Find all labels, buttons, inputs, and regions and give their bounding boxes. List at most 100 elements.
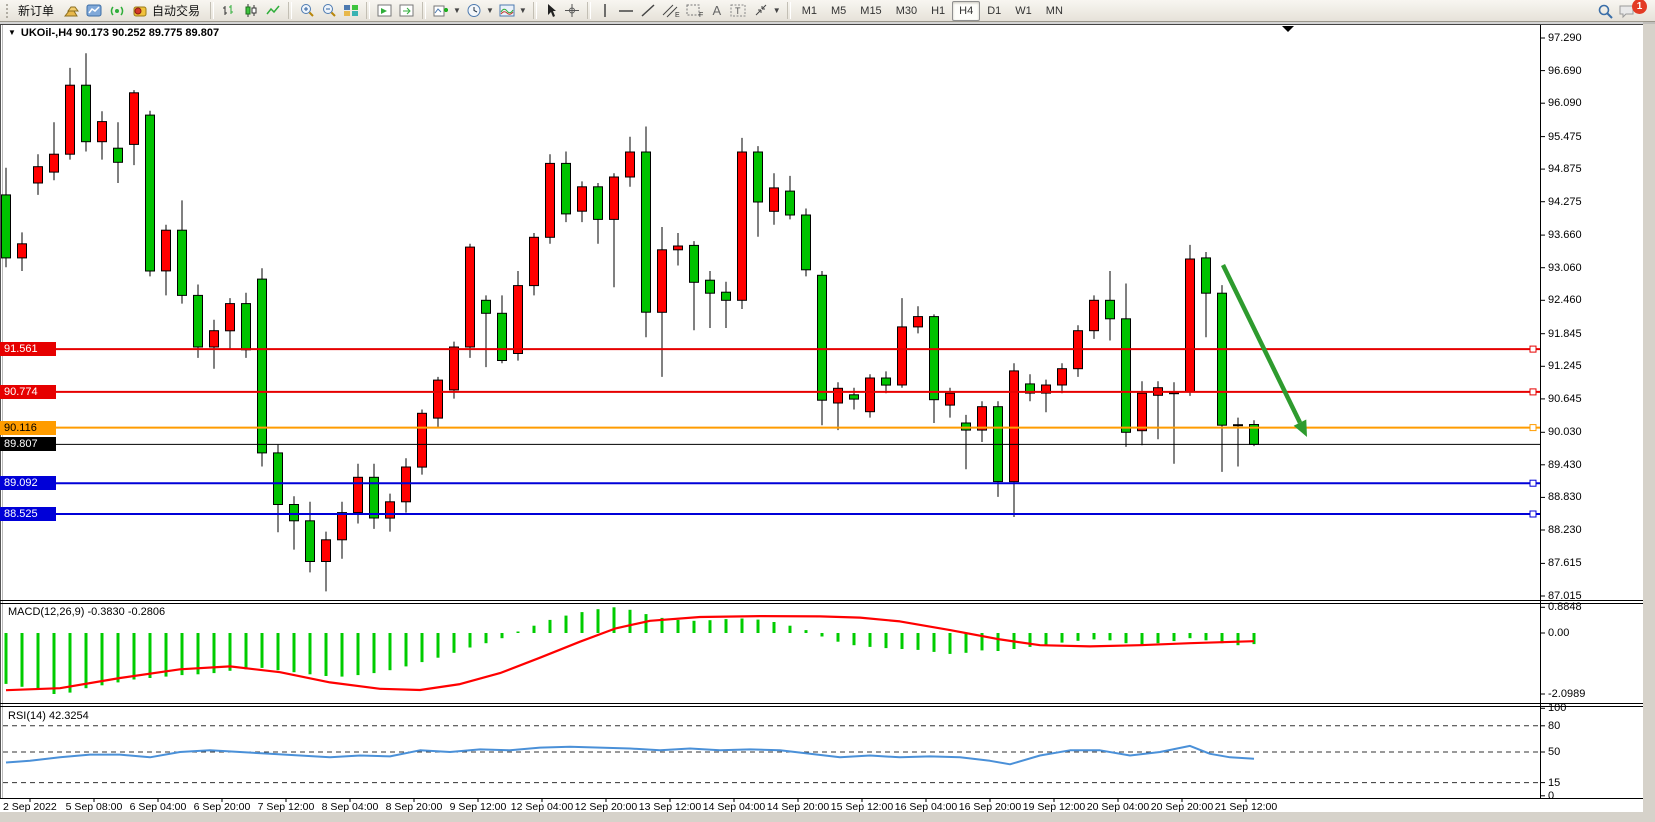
line-chart-mode-button[interactable] <box>262 1 284 21</box>
svg-text:F: F <box>699 12 703 18</box>
toolbar-right-group: 1 <box>1597 3 1653 19</box>
hline-handle-left[interactable] <box>3 425 9 431</box>
toolbar-grip[interactable] <box>5 3 9 19</box>
indicators-dropdown-caret[interactable]: ▼ <box>453 6 461 15</box>
signal-icon[interactable] <box>106 1 129 21</box>
new-order-button[interactable]: 新订单 <box>12 1 60 21</box>
chart-shift-marker[interactable] <box>1282 26 1294 32</box>
bar-chart-mode-button[interactable] <box>218 1 240 21</box>
macd-histogram-bar <box>69 633 72 693</box>
macd-histogram-bar <box>1077 633 1080 641</box>
candlestick <box>722 282 731 328</box>
periods-dropdown-caret[interactable]: ▼ <box>486 6 494 15</box>
templates-button[interactable] <box>496 1 518 21</box>
candlestick <box>274 445 283 532</box>
toolbar-separator <box>787 2 791 19</box>
timeframe-button-w1[interactable]: W1 <box>1008 1 1039 21</box>
candlestick <box>114 122 123 183</box>
macd-histogram-bar <box>469 633 472 648</box>
timeframe-button-m1[interactable]: M1 <box>795 1 824 21</box>
chart-expander-icon[interactable]: ▼ <box>8 28 16 37</box>
search-icon[interactable] <box>1597 3 1614 19</box>
macd-histogram-bar <box>917 633 920 650</box>
upload-history-glyph <box>86 3 103 18</box>
crosshair-icon <box>564 3 580 18</box>
main-toolbar: 新订单 自动交易 <box>0 0 1655 22</box>
macd-histogram-bar <box>21 633 24 687</box>
templates-dropdown-caret[interactable]: ▼ <box>519 6 527 15</box>
zoom-out-button[interactable] <box>318 1 340 21</box>
fibonacci-icon: F <box>686 3 704 18</box>
timeframe-button-d1[interactable]: D1 <box>980 1 1008 21</box>
indicators-button[interactable] <box>430 1 452 21</box>
candlestick <box>834 382 843 430</box>
notification-badge[interactable]: 1 <box>1632 0 1647 14</box>
gold-ingots-icon[interactable] <box>60 1 83 21</box>
timeframe-button-h4[interactable]: H4 <box>952 1 980 21</box>
macd-histogram-bar <box>693 621 696 633</box>
arrows-dropdown-caret[interactable]: ▼ <box>773 6 781 15</box>
hline-handle-right[interactable] <box>1530 480 1536 486</box>
vline-tool-button[interactable] <box>595 1 615 21</box>
hline-handle-right[interactable] <box>1530 425 1536 431</box>
svg-text:T: T <box>735 6 741 16</box>
upload-history-icon[interactable] <box>83 1 106 21</box>
chart-shift-icon <box>377 3 393 18</box>
candlestick <box>466 244 475 358</box>
autotrade-button[interactable]: 自动交易 <box>129 1 206 21</box>
timeframe-button-m5[interactable]: M5 <box>824 1 853 21</box>
macd-histogram-bar <box>117 633 120 682</box>
timeframe-button-mn[interactable]: MN <box>1039 1 1070 21</box>
candlestick <box>194 285 203 358</box>
candlestick <box>82 53 91 151</box>
macd-histogram-bar <box>1173 633 1176 641</box>
macd-histogram-bar <box>1061 633 1064 643</box>
crosshair-tool-button[interactable] <box>561 1 583 21</box>
candlestick <box>1010 363 1019 517</box>
macd-histogram-bar <box>149 633 152 678</box>
macd-histogram-bar <box>757 620 760 633</box>
text-label-tool-button[interactable]: T <box>727 1 750 21</box>
text-tool-button[interactable]: A <box>707 1 727 21</box>
fibonacci-tool-button[interactable]: F <box>683 1 707 21</box>
tile-windows-button[interactable] <box>340 1 362 21</box>
timeframe-button-h1[interactable]: H1 <box>924 1 952 21</box>
candlestick <box>594 183 603 244</box>
candlestick <box>306 502 315 573</box>
tile-windows-icon <box>343 3 359 18</box>
hline-handle-left[interactable] <box>3 346 9 352</box>
chart-shift-button[interactable] <box>374 1 396 21</box>
zoom-in-button[interactable] <box>296 1 318 21</box>
candlestick <box>178 200 187 303</box>
arrows-tool-button[interactable] <box>750 1 772 21</box>
hline-handle-left[interactable] <box>3 389 9 395</box>
candlestick-icon <box>243 3 259 18</box>
hline-handle-right[interactable] <box>1530 511 1536 517</box>
macd-histogram-bar <box>1157 633 1160 643</box>
candlestick <box>1138 381 1147 445</box>
candlestick <box>370 464 379 529</box>
hline-handle-right[interactable] <box>1530 346 1536 352</box>
candlestick <box>418 410 427 475</box>
candlestick <box>162 225 171 296</box>
trendline-icon <box>640 3 656 18</box>
clock-icon <box>466 3 482 18</box>
hline-tool-button[interactable] <box>615 1 637 21</box>
trendline-tool-button[interactable] <box>637 1 659 21</box>
cursor-tool-button[interactable] <box>541 1 561 21</box>
macd-histogram-bar <box>885 633 888 648</box>
channel-tool-button[interactable]: E <box>659 1 683 21</box>
chart-canvas[interactable] <box>0 0 1655 822</box>
timeframe-button-m15[interactable]: M15 <box>853 1 888 21</box>
hline-handle-right[interactable] <box>1530 389 1536 395</box>
macd-histogram-bar <box>821 633 824 637</box>
auto-scroll-button[interactable] <box>396 1 418 21</box>
candlestick-mode-button[interactable] <box>240 1 262 21</box>
hline-handle-left[interactable] <box>3 511 9 517</box>
candlestick <box>530 233 539 295</box>
periods-button[interactable] <box>463 1 485 21</box>
trend-arrow-line[interactable] <box>1223 265 1300 423</box>
timeframe-button-m30[interactable]: M30 <box>889 1 924 21</box>
macd-histogram-bar <box>229 633 232 671</box>
hline-handle-left[interactable] <box>3 480 9 486</box>
